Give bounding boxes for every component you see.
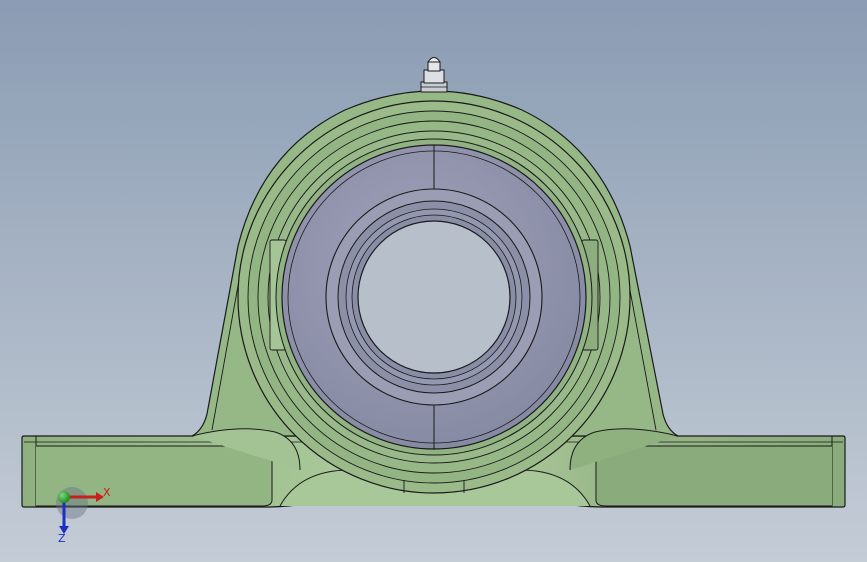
shaft-bore[interactable] xyxy=(357,220,511,374)
right-bolt-slot xyxy=(595,445,832,507)
grease-fitting-hex xyxy=(423,69,445,84)
grease-fitting-neck xyxy=(427,61,441,72)
bearing-insert[interactable] xyxy=(281,144,587,450)
z-axis-label: Z xyxy=(58,532,66,545)
y-axis-ball xyxy=(58,491,70,503)
x-axis-label: X xyxy=(103,486,111,499)
cad-viewport[interactable]: X Z xyxy=(0,0,867,562)
model-view[interactable]: X Z xyxy=(0,0,867,562)
triad-shadow xyxy=(56,487,88,519)
